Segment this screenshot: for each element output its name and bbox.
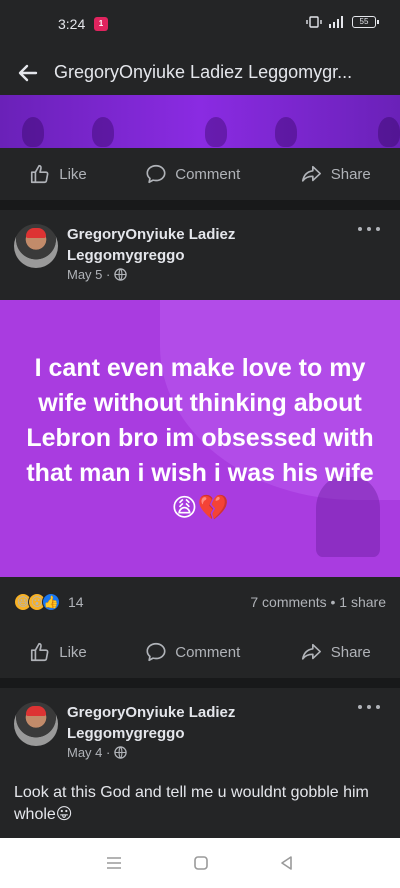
reaction-count[interactable]: 14	[68, 594, 84, 610]
post-text: Look at this God and tell me u wouldnt g…	[14, 784, 369, 823]
notification-badge: 1	[94, 17, 108, 31]
globe-icon	[114, 268, 128, 281]
comment-label: Comment	[175, 643, 241, 661]
post-header: GregoryOnyiuke Ladiez Leggomygreggo May …	[0, 210, 400, 300]
post-date[interactable]: May 5 ·	[67, 267, 110, 282]
back-nav-icon[interactable]	[279, 855, 295, 871]
post-card: GregoryOnyiuke Ladiez Leggomygreggo May …	[0, 688, 400, 838]
signal-icon	[329, 16, 343, 28]
comment-button[interactable]: Comment	[145, 163, 240, 185]
like-label: Like	[59, 643, 87, 661]
comments-shares-count[interactable]: 7 comments • 1 share	[250, 594, 386, 610]
like-label: Like	[59, 165, 87, 183]
battery-icon: 55	[352, 16, 379, 28]
post-card: GregoryOnyiuke Ladiez Leggomygreggo May …	[0, 210, 400, 688]
post-header: GregoryOnyiuke Ladiez Leggomygreggo May …	[0, 688, 400, 770]
action-row: Like Comment Share	[0, 626, 400, 678]
share-label: Share	[330, 165, 371, 183]
avatar[interactable]	[14, 224, 58, 268]
share-button[interactable]: Share	[299, 163, 371, 185]
home-icon[interactable]	[193, 855, 209, 871]
post-meta: May 5 ·	[67, 267, 128, 282]
reactions-row: 😆 😮 👍 14 7 comments • 1 share	[0, 577, 400, 627]
top-bar: GregoryOnyiuke Ladiez Leggomygr...	[0, 50, 400, 95]
like-reaction-icon: 👍	[42, 592, 60, 611]
post-text-panel[interactable]: I cant even make love to my wife without…	[0, 300, 400, 577]
more-icon[interactable]	[358, 702, 380, 712]
post-panel-text: I cant even make love to my wife without…	[26, 354, 374, 522]
page-title: GregoryOnyiuke Ladiez Leggomygr...	[54, 62, 353, 82]
reaction-icons[interactable]: 😆 😮 👍	[14, 592, 60, 611]
back-arrow-icon[interactable]	[8, 53, 48, 93]
comment-button[interactable]: Comment	[145, 641, 240, 663]
vibrate-icon	[306, 16, 322, 28]
like-button[interactable]: Like	[29, 163, 87, 185]
like-icon	[31, 642, 49, 662]
more-icon[interactable]	[358, 224, 380, 234]
status-time: 3:24	[58, 16, 86, 32]
share-icon	[301, 165, 321, 182]
action-row: Like Comment Share	[0, 148, 400, 200]
like-icon	[31, 164, 49, 184]
comment-icon	[146, 164, 166, 184]
avatar[interactable]	[14, 702, 58, 746]
comment-label: Comment	[175, 165, 241, 183]
share-label: Share	[330, 643, 371, 661]
system-nav-bar	[0, 838, 400, 888]
divider	[0, 678, 400, 688]
post-author[interactable]: GregoryOnyiuke Ladiez Leggomygreggo	[67, 702, 327, 744]
share-icon	[301, 643, 321, 660]
status-icons: 55	[306, 16, 379, 28]
post-author[interactable]: GregoryOnyiuke Ladiez Leggomygreggo	[67, 224, 327, 266]
previous-post-image[interactable]	[0, 95, 400, 148]
post-meta: May 4 ·	[67, 745, 128, 760]
share-button[interactable]: Share	[299, 641, 371, 663]
menu-icon[interactable]	[105, 855, 123, 871]
post-date[interactable]: May 4 ·	[67, 745, 110, 760]
comment-icon	[146, 642, 166, 662]
status-bar: 3:24 1 55	[0, 0, 400, 50]
like-button[interactable]: Like	[29, 641, 87, 663]
divider	[0, 200, 400, 210]
globe-icon	[114, 746, 128, 759]
